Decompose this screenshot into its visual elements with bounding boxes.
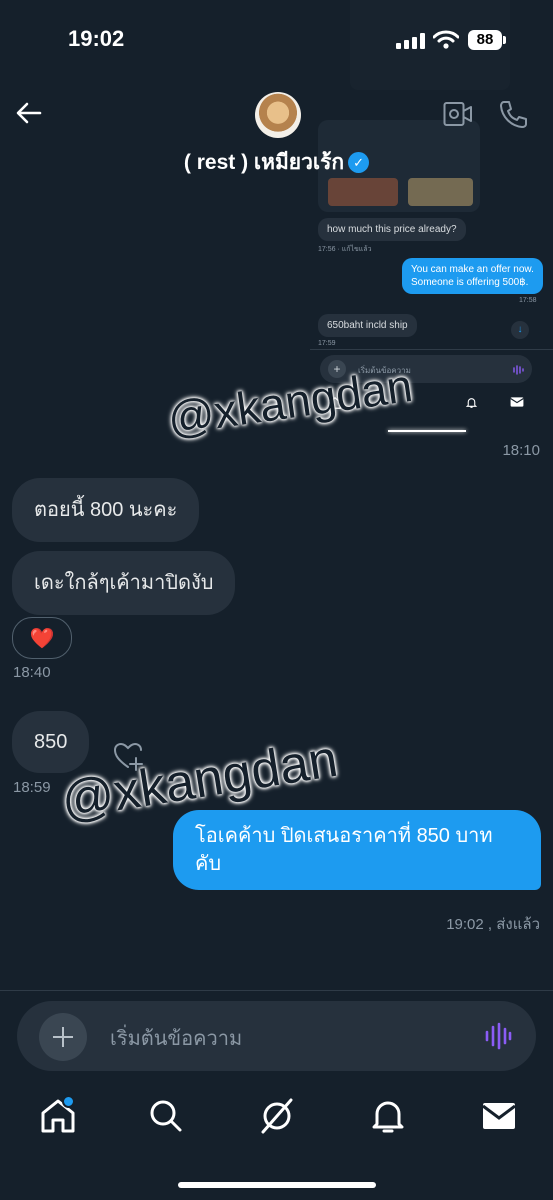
phone-icon[interactable] — [498, 99, 528, 129]
bell-icon[interactable] — [368, 1096, 408, 1136]
heart-reaction[interactable]: ❤️ — [12, 617, 72, 659]
battery-indicator: 88 — [468, 30, 502, 50]
verified-badge-icon: ✓ — [348, 152, 370, 173]
heart-plus-icon[interactable] — [112, 740, 144, 772]
back-arrow-icon[interactable] — [14, 98, 44, 128]
divider — [0, 990, 553, 991]
message-bubble-incoming[interactable]: 850 — [12, 711, 90, 773]
message-input[interactable] — [108, 1024, 462, 1054]
notification-dot — [62, 1095, 75, 1108]
image-timestamp: 18:10 — [502, 442, 540, 459]
embedded-timestamp: 17:58 — [519, 297, 537, 304]
embedded-timestamp: 17:56 · แก้ไขแล้ว — [318, 246, 372, 253]
message-timestamp: 18:59 — [13, 779, 51, 796]
watermark-underline — [388, 430, 466, 432]
heart-emoji: ❤️ — [29, 628, 55, 650]
voice-icon[interactable] — [484, 1022, 512, 1050]
mail-icon[interactable] — [479, 1096, 519, 1136]
message-bubble-outgoing[interactable]: โอเคค้าบ ปิดเสนอราคาที่ 850 บาท คับ — [173, 810, 541, 890]
message-bubble-incoming[interactable]: เดะใกล้ๆเค้ามาปิดงับ — [12, 551, 236, 615]
embedded-voice-icon — [512, 363, 524, 375]
embedded-message: how much this price already? — [318, 218, 466, 241]
status-time: 19:02 — [68, 26, 125, 51]
embedded-message: 650baht incld ship — [318, 314, 417, 337]
message-status: 19:02 , ส่งแล้ว — [446, 916, 540, 933]
avatar[interactable] — [255, 92, 301, 138]
home-indicator — [178, 1182, 376, 1188]
plus-icon[interactable] — [39, 1013, 87, 1061]
embedded-bell-icon — [465, 398, 478, 408]
embedded-mail-icon — [510, 397, 524, 407]
chat-title[interactable]: ( rest ) เหมียวเร้ก ✓ — [0, 146, 553, 179]
battery-tip — [503, 36, 506, 44]
message-timestamp: 18:40 — [13, 664, 51, 681]
embedded-message-out: You can make an offer now. Someone is of… — [402, 258, 543, 294]
search-icon[interactable] — [146, 1096, 186, 1136]
chat-title-text: ( rest ) เหมียวเร้ก — [183, 151, 345, 174]
wifi-icon — [433, 30, 459, 49]
embedded-timestamp: 17:59 — [318, 340, 336, 347]
cellular-signal-icon — [396, 33, 426, 49]
grok-icon[interactable] — [257, 1096, 297, 1136]
embedded-scroll-down-icon: ↓ — [511, 321, 529, 339]
video-call-icon[interactable] — [443, 100, 473, 128]
message-bubble-incoming[interactable]: ตอยนี้ 800 นะคะ — [12, 478, 200, 542]
